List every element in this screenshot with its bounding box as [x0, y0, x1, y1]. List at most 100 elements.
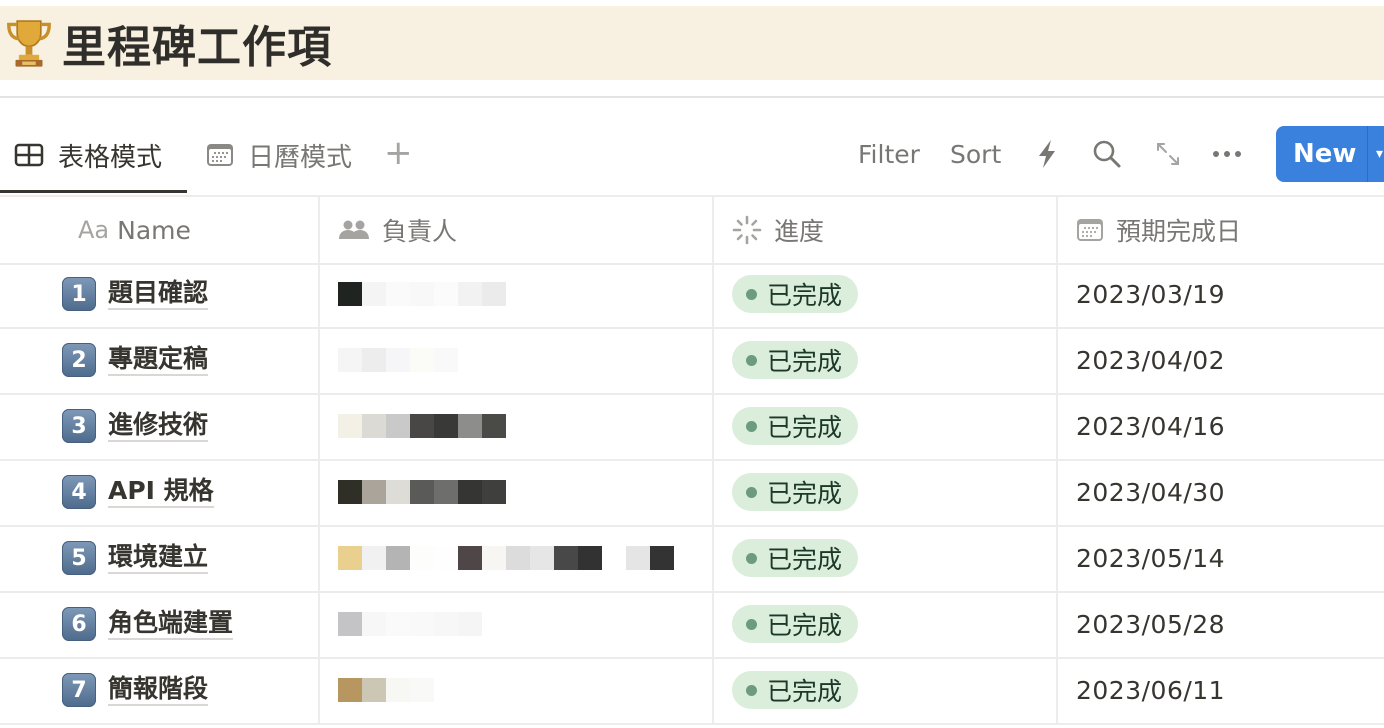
status-dot-icon: [746, 684, 757, 696]
view-toolbar: 表格模式 日曆模式 + Filter Sort New ▾: [0, 124, 1384, 194]
status-cell[interactable]: 已完成: [714, 591, 1058, 657]
status-badge: 已完成: [732, 341, 859, 379]
tab-calendar-view[interactable]: 日曆模式: [206, 124, 352, 186]
column-header-name[interactable]: Aa Name: [0, 197, 320, 263]
redacted-assignee: [338, 612, 482, 636]
assignee-cell[interactable]: [320, 327, 714, 393]
table-row[interactable]: 3 進修技術 已完成 2023/04/16: [0, 393, 1384, 461]
table-row[interactable]: 1 題目確認 已完成 2023/03/19: [0, 261, 1384, 329]
redaction-block: [458, 480, 482, 504]
redaction-block: [410, 480, 434, 504]
task-name-link[interactable]: 題目確認: [108, 278, 209, 310]
name-cell[interactable]: 7 簡報階段: [0, 657, 320, 723]
tab-label: 表格模式: [58, 142, 163, 173]
task-name-link[interactable]: 專題定稿: [108, 344, 209, 376]
name-cell[interactable]: 5 環境建立: [0, 525, 320, 591]
redaction-block: [530, 546, 554, 570]
due-date-cell[interactable]: 2023/05/28: [1058, 591, 1384, 657]
column-header-assignee[interactable]: 負責人: [320, 197, 714, 263]
status-label: 已完成: [767, 545, 843, 574]
expand-icon: [1157, 143, 1179, 165]
status-cell[interactable]: 已完成: [714, 459, 1058, 525]
status-cell[interactable]: 已完成: [714, 393, 1058, 459]
redaction-block: [482, 282, 506, 306]
redaction-block: [482, 546, 506, 570]
name-cell[interactable]: 3 進修技術: [0, 393, 320, 459]
redaction-block: [626, 546, 650, 570]
automation-button[interactable]: [1036, 132, 1058, 176]
add-view-button[interactable]: +: [384, 136, 414, 170]
redaction-block: [482, 480, 506, 504]
task-name-link[interactable]: 進修技術: [108, 410, 209, 442]
name-cell[interactable]: 1 題目確認: [0, 261, 320, 327]
redacted-assignee: [338, 546, 674, 570]
task-name-link[interactable]: 簡報階段: [108, 674, 209, 706]
new-button[interactable]: New ▾: [1276, 126, 1384, 182]
number-keycap-icon: 7: [62, 673, 96, 707]
name-cell[interactable]: 2 專題定稿: [0, 327, 320, 393]
table-row[interactable]: 6 角色端建置 已完成 2023/05/28: [0, 591, 1384, 659]
sort-button[interactable]: Sort: [950, 132, 1001, 176]
assignee-cell[interactable]: [320, 459, 714, 525]
assignee-cell[interactable]: [320, 657, 714, 723]
table-row[interactable]: 7 簡報階段 已完成 2023/06/11: [0, 657, 1384, 725]
redaction-block: [458, 414, 482, 438]
due-date-cell[interactable]: 2023/05/14: [1058, 525, 1384, 591]
status-dot-icon: [746, 354, 757, 366]
status-cell[interactable]: 已完成: [714, 327, 1058, 393]
status-badge: 已完成: [732, 275, 859, 313]
assignee-cell[interactable]: [320, 393, 714, 459]
page-header: 里程碑工作項: [0, 6, 1384, 80]
table-row[interactable]: 2 專題定稿 已完成 2023/04/02: [0, 327, 1384, 395]
redaction-block: [410, 414, 434, 438]
name-cell[interactable]: 4 API 規格: [0, 459, 320, 525]
calendar-icon: [1076, 218, 1104, 242]
status-cell[interactable]: 已完成: [714, 525, 1058, 591]
redaction-block: [458, 612, 482, 636]
status-badge: 已完成: [732, 407, 859, 445]
search-button[interactable]: [1092, 132, 1122, 176]
redaction-block: [434, 414, 458, 438]
redaction-block: [386, 612, 410, 636]
redaction-block: [338, 480, 362, 504]
open-full-page-button[interactable]: [1154, 132, 1182, 176]
number-keycap-icon: 6: [62, 607, 96, 641]
assignee-cell[interactable]: [320, 261, 714, 327]
status-cell[interactable]: 已完成: [714, 261, 1058, 327]
redaction-block: [338, 348, 362, 372]
redaction-block: [386, 282, 410, 306]
redacted-assignee: [338, 282, 506, 306]
status-label: 已完成: [767, 281, 843, 310]
redaction-block: [386, 414, 410, 438]
number-keycap-icon: 1: [62, 277, 96, 311]
status-badge: 已完成: [732, 539, 859, 577]
status-dot-icon: [746, 552, 757, 564]
chevron-down-icon[interactable]: ▾: [1368, 146, 1383, 162]
redaction-block: [434, 612, 458, 636]
more-options-button[interactable]: [1212, 132, 1242, 176]
due-date-cell[interactable]: 2023/04/02: [1058, 327, 1384, 393]
status-cell[interactable]: 已完成: [714, 657, 1058, 723]
column-header-due-date[interactable]: 預期完成日: [1058, 197, 1384, 263]
tab-table-view[interactable]: 表格模式: [14, 124, 162, 186]
due-date-cell[interactable]: 2023/04/30: [1058, 459, 1384, 525]
table-row[interactable]: 5 環境建立 已完成 2023/05/14: [0, 525, 1384, 593]
status-label: 已完成: [767, 611, 843, 640]
new-button-label: New: [1293, 139, 1357, 169]
redaction-block: [362, 480, 386, 504]
name-cell[interactable]: 6 角色端建置: [0, 591, 320, 657]
task-name-link[interactable]: 角色端建置: [108, 608, 234, 640]
due-date-cell[interactable]: 2023/06/11: [1058, 657, 1384, 723]
assignee-cell[interactable]: [320, 525, 714, 591]
table-row[interactable]: 4 API 規格 已完成 2023/04/30: [0, 459, 1384, 527]
assignee-cell[interactable]: [320, 591, 714, 657]
task-name-link[interactable]: API 規格: [108, 476, 214, 508]
people-icon: [338, 219, 370, 241]
filter-button[interactable]: Filter: [858, 132, 920, 176]
column-header-status[interactable]: 進度: [714, 197, 1058, 263]
due-date-cell[interactable]: 2023/04/16: [1058, 393, 1384, 459]
task-name-link[interactable]: 環境建立: [108, 542, 209, 574]
text-property-icon: Aa: [78, 216, 110, 244]
number-keycap-icon: 5: [62, 541, 96, 575]
due-date-cell[interactable]: 2023/03/19: [1058, 261, 1384, 327]
